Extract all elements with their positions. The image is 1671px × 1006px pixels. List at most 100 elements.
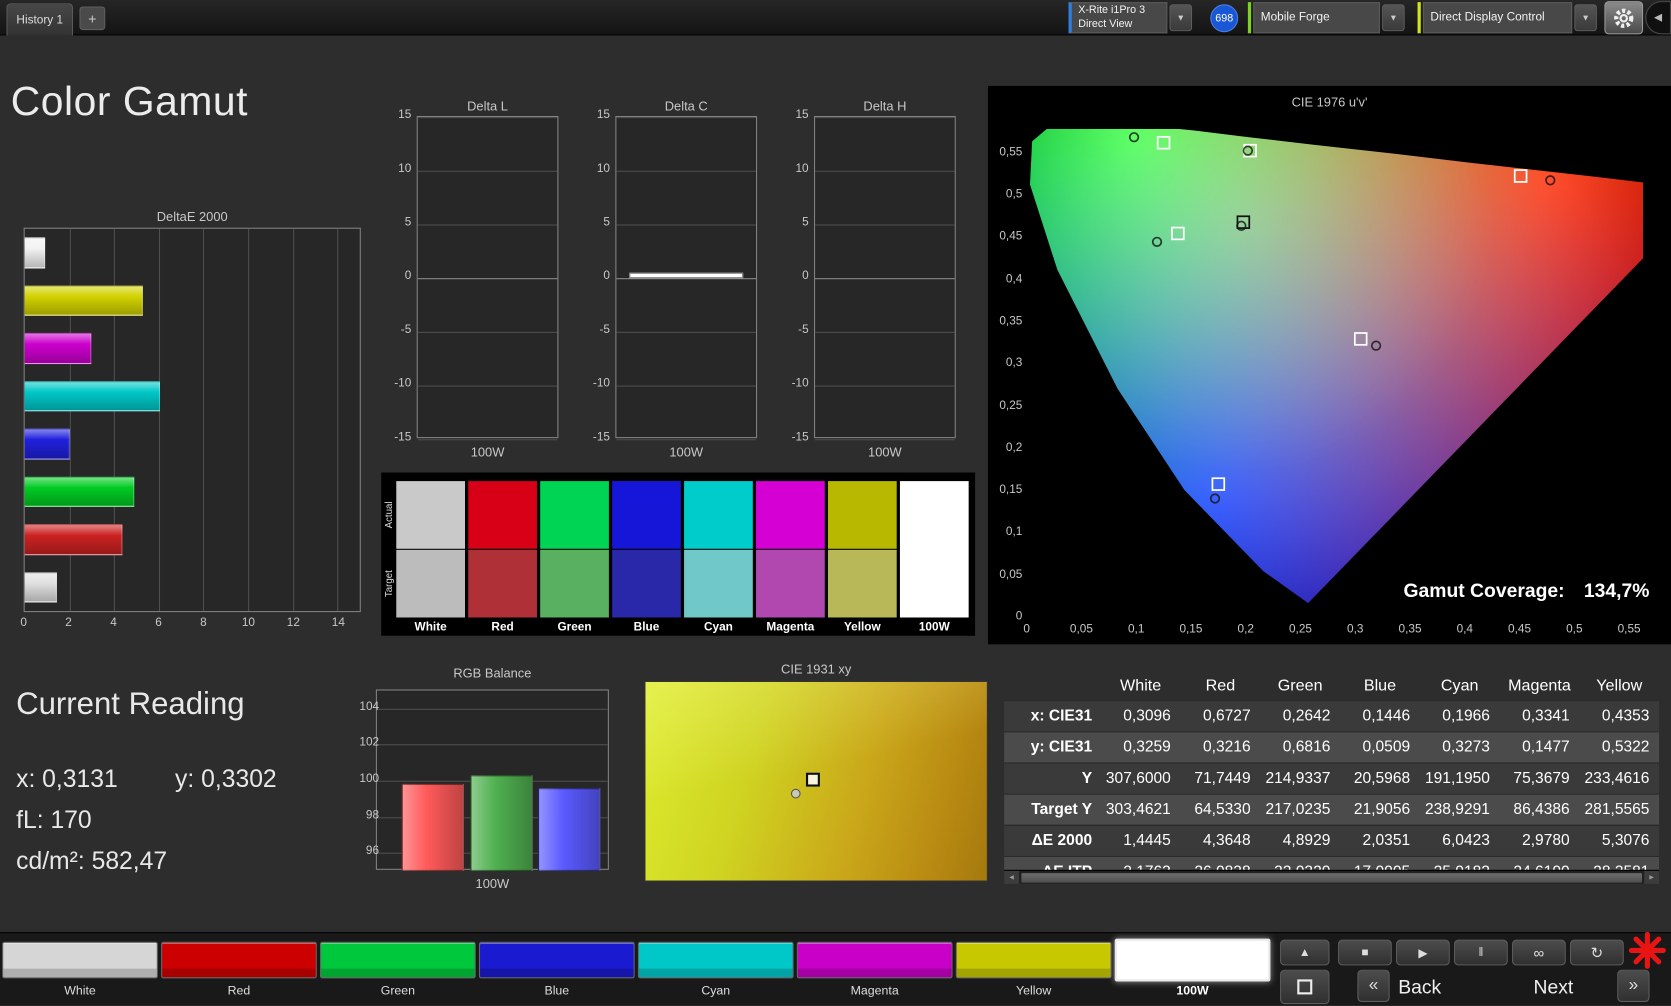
refresh-button[interactable]: ↻ [1570,939,1624,966]
workflow-chevron-down-icon[interactable]: ▼ [1382,4,1405,32]
cie1976-diagram [1029,128,1644,604]
cell: 2,0351 [1362,832,1411,850]
patch-label-green: Green [380,984,416,998]
deltae2000-chart: DeltaE 2000 0 2 4 6 8 10 12 14 [20,209,363,639]
swatch-actual-green [540,481,609,549]
display-control-dropdown[interactable]: Direct Display Control [1422,2,1573,34]
collapse-panel-button[interactable]: ◀ [1645,1,1671,35]
y-tick-label: 15 [596,108,610,122]
scrollbar-thumb[interactable] [1020,872,1644,884]
chart-title: CIE 1931 xy [781,661,852,677]
swatch-actual-100w [899,481,969,618]
y-tick-label: 15 [398,108,412,122]
patch-button-blue[interactable] [478,941,635,979]
meter-dropdown[interactable]: X-Rite i1Pro 3 Direct View [1068,2,1168,34]
gamut-coverage-readout: Gamut Coverage: 134,7% [1403,580,1649,603]
scroll-right-icon[interactable]: ► [1644,870,1660,884]
row-label: ΔE 2000 [1031,832,1093,850]
y-tick-label: -10 [394,376,412,390]
gridline [616,117,757,119]
delta-h-chart: Delta H 15 10 5 0 -5 -10 -15 100W [773,99,958,469]
swatch-actual-white [396,481,465,549]
y-tick-label: 10 [795,162,809,176]
next-button[interactable]: Next [1534,976,1574,999]
pause-button[interactable]: ‖ [1454,939,1508,966]
y-tick-label: -5 [798,323,809,337]
gridline [337,228,339,612]
chart-title: Delta L [467,98,508,114]
swatch-actual-yellow [827,481,897,549]
patch-button-white[interactable] [2,941,158,979]
gridline [158,228,160,612]
loop-icon: ∞ [1533,943,1545,962]
cell: 233,4616 [1584,769,1650,788]
y-tick-label: 5 [603,215,610,229]
swatch-actual-magenta [756,481,825,549]
patch-button-yellow[interactable] [955,941,1112,979]
gridline [376,708,608,710]
gridline [815,224,955,226]
patch-button-magenta[interactable] [796,941,953,979]
swatch-actual-cyan [684,481,753,549]
gridline [417,117,558,119]
cell: 75,3679 [1513,769,1570,788]
y-tick-label: -10 [592,376,610,390]
patch-button-red[interactable] [161,941,317,979]
control-status-bar [1417,2,1421,34]
loop-button[interactable]: ∞ [1512,939,1566,966]
add-tab-button[interactable]: + [79,6,106,31]
play-icon: ▶ [1418,946,1428,960]
patch-button-cyan[interactable] [637,941,794,979]
chromaticity-zoom-area [644,680,988,882]
patch-button-green[interactable] [320,941,476,979]
tab-history-1[interactable]: History 1 [6,3,74,36]
alert-indicator[interactable] [1628,931,1667,975]
settings-button[interactable] [1604,1,1644,35]
meter-chevron-down-icon[interactable]: ▼ [1169,4,1193,32]
cell: 0,6727 [1202,707,1251,725]
column-header-red: Red [1205,676,1236,695]
table-sc rollbar[interactable]: ◄ ► [1004,869,1660,884]
cie1976-panel: CIE 1976 u'v' 0,55 0,5 0,45 0,4 0,35 0,3 0,25 0… [987,85,1671,645]
gridline [616,224,757,226]
gridline [815,170,955,172]
bar-blue [538,787,601,871]
y-tick-label: 0,3 [1005,356,1023,370]
x-tick-label: 8 [200,616,207,630]
back-arrow-button[interactable]: « [1357,969,1390,1002]
stop-button[interactable]: ■ [1338,939,1392,966]
display-control-chevron-down-icon[interactable]: ▼ [1574,4,1597,32]
patch-label-blue: Blue [544,984,570,998]
back-button[interactable]: Back [1398,976,1441,999]
eject-button[interactable]: ▲ [1280,939,1330,966]
gridline [616,439,757,441]
gamut-coverage-label: Gamut Coverage: [1403,579,1565,602]
y-tick-label: 0 [603,269,610,283]
stop-icon: ■ [1361,946,1369,959]
scroll-left-icon[interactable]: ◄ [1004,870,1020,884]
x-tick-label: 14 [331,616,345,630]
gridline [815,439,955,441]
gear-icon [1614,8,1634,28]
gridline [815,331,955,333]
x-tick-label: 0,25 [1288,622,1312,636]
gridline [616,331,757,333]
patch-button-100w[interactable] [1114,938,1271,982]
y-tick-label: 0,05 [999,567,1023,581]
gridline [417,439,558,441]
x-tick-label: 6 [155,616,162,630]
x-tick-label: 0,4 [1456,622,1474,636]
x-axis: 0 2 4 6 8 10 12 14 [20,616,361,631]
cell: 1,4445 [1123,832,1171,850]
swatch-actual-blue [612,481,681,549]
pattern-window-button[interactable] [1280,969,1330,1005]
x-tick-label: 0,3 [1347,622,1364,636]
workflow-dropdown[interactable]: Mobile Forge [1253,2,1380,34]
x-tick-label: 0,35 [1398,622,1422,636]
gridline [815,278,955,280]
y-tick-label: 100 [359,772,380,786]
cell: 0,3096 [1123,707,1171,725]
meter-count-badge: 698 [1210,4,1239,33]
play-button[interactable]: ▶ [1396,939,1450,966]
next-arrow-button[interactable]: » [1617,969,1650,1002]
